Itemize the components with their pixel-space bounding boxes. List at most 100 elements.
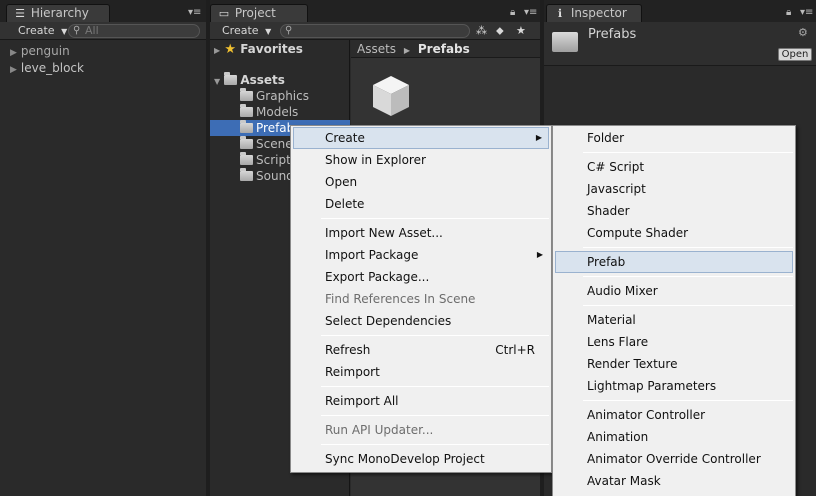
favorite-star-icon[interactable]: ★	[512, 23, 530, 39]
menu-separator	[583, 305, 793, 306]
submenu-item-label: Avatar Mask	[587, 474, 661, 488]
submenu-item-label: Audio Mixer	[587, 284, 658, 298]
menu-separator	[583, 276, 793, 277]
submenu-item-avatar-mask[interactable]: Avatar Mask	[555, 470, 793, 492]
breadcrumb-prefabs[interactable]: Prefabs	[418, 42, 470, 56]
menu-item-export-package[interactable]: Export Package...	[293, 266, 549, 288]
hierarchy-item-leve-block[interactable]: ▶ leve_block	[10, 61, 84, 75]
menu-separator	[321, 386, 549, 387]
expand-triangle-icon[interactable]: ▶	[10, 65, 17, 75]
submenu-item-label: Javascript	[587, 182, 646, 196]
panel-menu-icon[interactable]: ▾≡	[524, 7, 537, 18]
menu-item-label: Select Dependencies	[325, 314, 452, 328]
submenu-item-csharp-script[interactable]: C# Script	[555, 156, 793, 178]
lock-icon[interactable]: 🔒︎	[510, 7, 515, 18]
lock-icon[interactable]: 🔒︎	[786, 7, 791, 18]
submenu-item-render-texture[interactable]: Render Texture	[555, 353, 793, 375]
menu-item-show-in-explorer[interactable]: Show in Explorer	[293, 149, 549, 171]
submenu-item-lens-flare[interactable]: Lens Flare	[555, 331, 793, 353]
favorites-row[interactable]: ▶ ★ Favorites	[214, 41, 303, 57]
submenu-item-animator-override-controller[interactable]: Animator Override Controller	[555, 448, 793, 470]
tree-item-graphics[interactable]: Graphics	[240, 88, 309, 104]
assets-row[interactable]: ▼ Assets	[214, 72, 285, 88]
menu-item-import-new-asset[interactable]: Import New Asset...	[293, 222, 549, 244]
submenu-item-compute-shader[interactable]: Compute Shader	[555, 222, 793, 244]
menu-item-reimport-all[interactable]: Reimport All	[293, 390, 549, 412]
submenu-item-prefab[interactable]: Prefab	[555, 251, 793, 273]
tab-hierarchy[interactable]: ☰ Hierarchy	[6, 4, 110, 22]
menu-item-label: Import Package	[325, 248, 419, 262]
submenu-item-javascript[interactable]: Javascript	[555, 178, 793, 200]
menu-item-run-api-updater: Run API Updater...	[293, 419, 549, 441]
submenu-item-material[interactable]: Material	[555, 309, 793, 331]
hierarchy-item-label: penguin	[20, 44, 70, 58]
project-search-input[interactable]: ⚲	[280, 24, 470, 38]
breadcrumb-assets[interactable]: Assets	[357, 42, 396, 56]
menu-item-reimport[interactable]: Reimport	[293, 361, 549, 383]
tab-inspector[interactable]: ℹ Inspector	[546, 4, 642, 22]
tab-project[interactable]: ▭ Project	[210, 4, 308, 22]
menu-separator	[321, 335, 549, 336]
tree-item-label: Models	[256, 105, 299, 119]
folder-icon	[240, 104, 253, 117]
submenu-item-label: Prefab	[587, 255, 626, 269]
menu-separator	[583, 152, 793, 153]
filter-by-label-icon[interactable]: ⬥	[492, 23, 508, 39]
search-icon: ⚲	[285, 25, 293, 36]
hierarchy-item-penguin[interactable]: ▶ penguin	[10, 44, 70, 58]
hierarchy-item-label: leve_block	[20, 61, 84, 75]
menu-separator	[583, 400, 793, 401]
hierarchy-create-label: Create	[18, 24, 55, 37]
submenu-item-animation[interactable]: Animation	[555, 426, 793, 448]
tab-inspector-label: Inspector	[570, 6, 627, 20]
menu-item-label: Reimport	[325, 365, 380, 379]
menu-item-select-dependencies[interactable]: Select Dependencies	[293, 310, 549, 332]
prefab-cube-icon[interactable]	[371, 74, 411, 118]
star-icon: ★	[224, 42, 236, 57]
submenu-item-lightmap-parameters[interactable]: Lightmap Parameters	[555, 375, 793, 397]
menu-item-import-package[interactable]: Import Package ▶	[293, 244, 549, 266]
menu-item-label: Create	[325, 131, 365, 145]
breadcrumb: Assets ▶ Prefabs	[351, 40, 540, 58]
menu-item-delete[interactable]: Delete	[293, 193, 549, 215]
menu-item-create[interactable]: Create ▶	[293, 127, 549, 149]
submenu-item-audio-mixer[interactable]: Audio Mixer	[555, 280, 793, 302]
submenu-item-label: Shader	[587, 204, 630, 218]
expand-triangle-icon[interactable]: ▶	[214, 46, 220, 55]
hierarchy-search-input[interactable]: ⚲ All	[68, 24, 200, 38]
project-create-button[interactable]: Create ▼	[218, 23, 275, 39]
tree-item-scripts[interactable]: Scripts	[240, 152, 297, 168]
search-icon: ⚲	[73, 25, 81, 36]
submenu-item-label: Compute Shader	[587, 226, 689, 240]
collapse-triangle-icon[interactable]: ▼	[214, 77, 220, 86]
submenu-item-animator-controller[interactable]: Animator Controller	[555, 404, 793, 426]
menu-item-label: Import New Asset...	[325, 226, 443, 240]
project-folder-icon: ▭	[218, 7, 230, 20]
menu-item-label: Run API Updater...	[325, 423, 434, 437]
settings-gear-icon[interactable]: ⚙	[798, 26, 808, 39]
panel-menu-icon[interactable]: ▾≡	[188, 7, 201, 18]
menu-item-sync-monodevelop[interactable]: Sync MonoDevelop Project	[293, 448, 549, 470]
submenu-item-shader[interactable]: Shader	[555, 200, 793, 222]
menu-item-open[interactable]: Open	[293, 171, 549, 193]
assets-label: Assets	[240, 73, 285, 87]
hierarchy-toolbar: Create ▼ ⚲ All	[0, 22, 206, 40]
create-submenu: Folder C# Script Javascript Shader Compu…	[552, 125, 796, 496]
menu-item-label: Sync MonoDevelop Project	[325, 452, 485, 466]
submenu-item-label: Animator Controller	[587, 408, 706, 422]
inspector-folder-name: Prefabs	[588, 27, 637, 42]
menu-item-refresh[interactable]: Refresh Ctrl+R	[293, 339, 549, 361]
expand-triangle-icon[interactable]: ▶	[10, 48, 17, 58]
inspector-header: Prefabs ⚙ Open	[544, 22, 816, 66]
hierarchy-create-button[interactable]: Create ▼	[14, 23, 71, 39]
tab-hierarchy-label: Hierarchy	[30, 6, 89, 20]
menu-separator	[321, 415, 549, 416]
panel-menu-icon[interactable]: ▾≡	[800, 7, 813, 18]
folder-icon	[224, 72, 238, 85]
favorites-label: Favorites	[240, 42, 303, 56]
inspector-open-button[interactable]: Open	[778, 48, 812, 61]
submenu-item-folder[interactable]: Folder	[555, 127, 793, 149]
info-icon: ℹ	[557, 7, 563, 20]
filter-by-type-icon[interactable]: ⁂	[472, 23, 491, 39]
tree-item-models[interactable]: Models	[240, 104, 298, 120]
